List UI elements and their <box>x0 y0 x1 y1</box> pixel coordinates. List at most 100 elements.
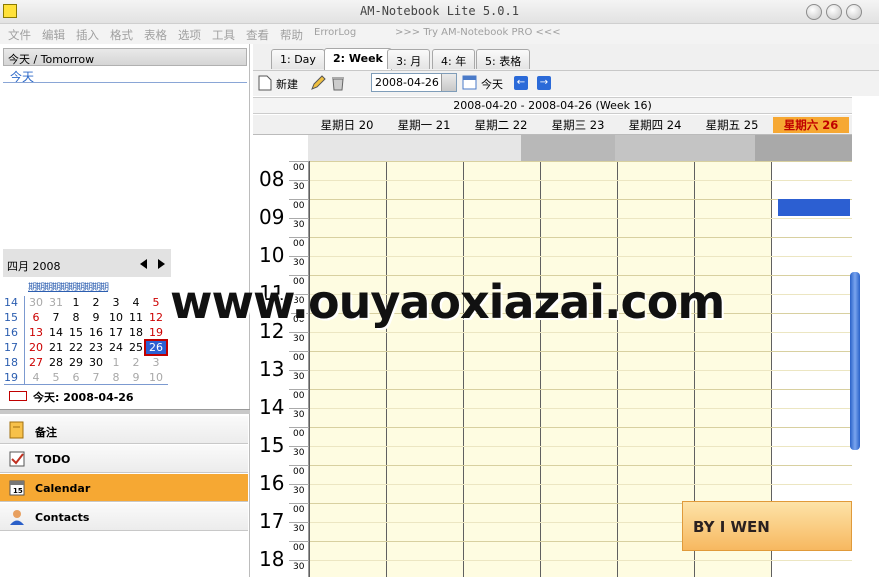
tab-month[interactable]: 3: 月 <box>387 49 431 69</box>
calendar-day[interactable]: 28 <box>46 356 66 369</box>
minute-label: 30 <box>293 486 305 496</box>
calendar-day[interactable]: 10 <box>146 371 166 384</box>
nav-todo[interactable]: TODO <box>0 445 248 473</box>
brand-logo: BY I WEN <box>682 501 852 551</box>
calendar-day[interactable]: 18 <box>126 326 146 339</box>
calendar-day[interactable]: 10 <box>106 311 126 324</box>
calendar-day[interactable]: 6 <box>26 311 46 324</box>
menu-file[interactable]: 文件 <box>8 27 31 43</box>
prev-week-button[interactable]: ← <box>514 76 528 90</box>
menu-errorlog[interactable]: ErrorLog <box>314 27 356 38</box>
grid-line <box>310 370 852 371</box>
close-button[interactable] <box>846 4 862 20</box>
calendar-day[interactable]: 15 <box>66 326 86 339</box>
day-header-fri[interactable]: 星期五 25 <box>694 117 770 133</box>
maximize-button[interactable] <box>826 4 842 20</box>
day-header-wed[interactable]: 星期三 23 <box>540 117 616 133</box>
day-header-sun[interactable]: 星期日 20 <box>309 117 385 133</box>
menu-options[interactable]: 选项 <box>178 27 201 43</box>
grid-line <box>310 237 852 238</box>
calendar-day[interactable]: 1 <box>66 296 86 309</box>
calendar-event[interactable] <box>778 199 850 216</box>
calendar-day[interactable]: 24 <box>106 341 126 354</box>
tab-day[interactable]: 1: Day <box>271 49 325 69</box>
calendar-day[interactable]: 4 <box>126 296 146 309</box>
calendar-day[interactable]: 20 <box>26 341 46 354</box>
day-header-tue[interactable]: 星期二 22 <box>463 117 539 133</box>
new-button[interactable]: 新建 <box>276 76 298 92</box>
menu-table[interactable]: 表格 <box>144 27 167 43</box>
splitter-handle[interactable] <box>0 409 250 414</box>
calendar-day[interactable]: 7 <box>86 371 106 384</box>
calendar-day[interactable]: 3 <box>106 296 126 309</box>
calendar-day[interactable]: 30 <box>86 356 106 369</box>
calendar-day[interactable]: 9 <box>86 311 106 324</box>
calendar-day[interactable]: 11 <box>126 311 146 324</box>
menu-view[interactable]: 查看 <box>246 27 269 43</box>
hour-label: 18 <box>259 547 285 571</box>
calendar-day[interactable]: 5 <box>46 371 66 384</box>
minimize-button[interactable] <box>806 4 822 20</box>
calendar-day[interactable]: 13 <box>26 326 46 339</box>
calendar-day[interactable]: 31 <box>46 296 66 309</box>
calendar-day[interactable]: 16 <box>86 326 106 339</box>
calendar-day[interactable]: 1 <box>106 356 126 369</box>
new-doc-icon[interactable] <box>258 75 272 91</box>
day-column[interactable] <box>463 161 540 577</box>
trash-icon[interactable] <box>330 75 346 91</box>
calendar-day[interactable]: 25 <box>126 341 146 354</box>
calendar-day[interactable]: 4 <box>26 371 46 384</box>
day-header-sat[interactable]: 星期六 26 <box>773 117 849 133</box>
nav-calendar[interactable]: 15 Calendar <box>0 474 248 502</box>
calendar-day[interactable]: 29 <box>66 356 86 369</box>
day-header-mon[interactable]: 星期一 21 <box>386 117 462 133</box>
calendar-day[interactable]: 30 <box>26 296 46 309</box>
calendar-day[interactable]: 5 <box>146 296 166 309</box>
calendar-day[interactable]: 3 <box>146 356 166 369</box>
calendar-day[interactable]: 27 <box>26 356 46 369</box>
day-column[interactable] <box>540 161 617 577</box>
day-column[interactable] <box>309 161 386 577</box>
today-caption[interactable]: 今天: 2008-04-26 <box>33 389 134 405</box>
today-button[interactable]: 今天 <box>481 76 503 92</box>
calendar-day[interactable]: 2 <box>86 296 106 309</box>
menu-edit[interactable]: 编辑 <box>42 27 65 43</box>
calendar-day[interactable]: 26 <box>144 339 168 356</box>
prev-month-icon[interactable] <box>140 259 147 269</box>
scrollbar-thumb[interactable] <box>850 272 860 450</box>
day-column[interactable] <box>386 161 463 577</box>
calendar-day[interactable]: 8 <box>66 311 86 324</box>
calendar-day[interactable]: 23 <box>86 341 106 354</box>
calendar-day[interactable]: 19 <box>146 326 166 339</box>
menu-help[interactable]: 帮助 <box>280 27 303 43</box>
calendar-day[interactable]: 22 <box>66 341 86 354</box>
calendar-day[interactable]: 21 <box>46 341 66 354</box>
calendar-day[interactable]: 6 <box>66 371 86 384</box>
calendar-day[interactable]: 9 <box>126 371 146 384</box>
next-week-button[interactable]: → <box>537 76 551 90</box>
calendar-day[interactable]: 2 <box>126 356 146 369</box>
calendar-day[interactable]: 14 <box>46 326 66 339</box>
day-header-thu[interactable]: 星期四 24 <box>617 117 693 133</box>
next-month-icon[interactable] <box>158 259 165 269</box>
calendar-day[interactable]: 7 <box>46 311 66 324</box>
tab-table[interactable]: 5: 表格 <box>476 49 531 69</box>
grid-line <box>310 465 852 466</box>
nav-contacts[interactable]: Contacts <box>0 503 248 531</box>
minute-label: 30 <box>293 334 305 344</box>
menu-try-pro[interactable]: >>> Try AM-Notebook PRO <<< <box>395 27 561 38</box>
date-spinner[interactable] <box>441 74 456 91</box>
edit-icon[interactable] <box>310 75 326 91</box>
weekday-header: 期期期期期期期期期期 <box>28 283 109 293</box>
calendar-day[interactable]: 8 <box>106 371 126 384</box>
calendar-day[interactable]: 12 <box>146 311 166 324</box>
nav-notes[interactable]: 备注 <box>0 416 248 444</box>
menu-format[interactable]: 格式 <box>110 27 133 43</box>
tab-week[interactable]: 2: Week <box>324 48 392 70</box>
menu-insert[interactable]: 插入 <box>76 27 99 43</box>
time-divider <box>289 237 309 238</box>
menu-tools[interactable]: 工具 <box>212 27 235 43</box>
calendar-day[interactable]: 17 <box>106 326 126 339</box>
tab-year[interactable]: 4: 年 <box>432 49 476 69</box>
calendar-picker-icon[interactable] <box>462 75 477 90</box>
